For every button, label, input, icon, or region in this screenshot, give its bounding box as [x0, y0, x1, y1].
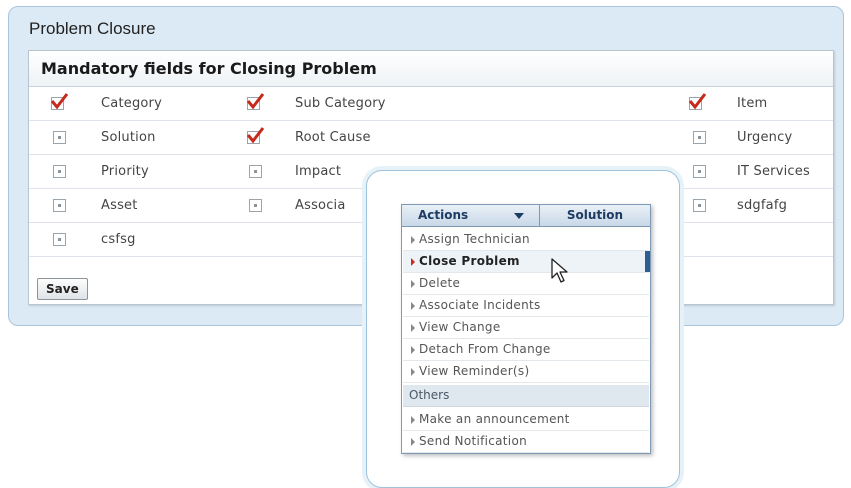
field-label: IT Services: [737, 164, 810, 179]
checkbox-checked-icon[interactable]: [50, 93, 68, 110]
field-label: Sub Category: [295, 96, 386, 111]
field-label: Asset: [101, 198, 138, 213]
field-label: Priority: [101, 164, 149, 179]
save-button[interactable]: Save: [37, 278, 88, 300]
checkbox-icon[interactable]: [693, 199, 706, 212]
menu-item-label: Make an announcement: [419, 412, 570, 426]
menu-tab-bar: Actions Solution: [402, 205, 650, 227]
field-label: Root Cause: [295, 130, 371, 145]
checkbox-icon[interactable]: [53, 131, 66, 144]
field-label: Associa: [295, 198, 346, 213]
selection-indicator: [645, 251, 650, 272]
checkbox-checked-icon[interactable]: [688, 93, 706, 110]
caret-right-icon: [411, 438, 415, 446]
caret-right-icon: [411, 258, 415, 266]
panel-title: Problem Closure: [29, 19, 156, 38]
menu-item-label: Assign Technician: [419, 232, 530, 246]
checkbox-icon[interactable]: [249, 165, 262, 178]
menu-item-send-notification[interactable]: Send Notification: [403, 431, 649, 453]
caret-right-icon: [411, 324, 415, 332]
menu-item-make-announcement[interactable]: Make an announcement: [403, 409, 649, 431]
menu-item-associate-incidents[interactable]: Associate Incidents: [403, 295, 649, 317]
menu-item-close-problem[interactable]: Close Problem: [403, 251, 650, 273]
checkbox-icon[interactable]: [249, 199, 262, 212]
menu-item-view-reminders[interactable]: View Reminder(s): [403, 361, 649, 383]
caret-right-icon: [411, 416, 415, 424]
checkbox-checked-icon[interactable]: [246, 93, 264, 110]
checkbox-icon[interactable]: [53, 199, 66, 212]
field-row: Solution Root Cause Urgency: [29, 121, 833, 155]
mandatory-fields-header: Mandatory fields for Closing Problem: [29, 51, 833, 87]
menu-item-view-change[interactable]: View Change: [403, 317, 649, 339]
menu-item-label: View Change: [419, 320, 501, 334]
menu-item-assign-technician[interactable]: Assign Technician: [403, 229, 649, 251]
actions-label: Actions: [418, 208, 469, 222]
menu-item-label: Detach From Change: [419, 342, 551, 356]
menu-item-delete[interactable]: Delete: [403, 273, 649, 295]
checkbox-icon[interactable]: [693, 131, 706, 144]
menu-item-label: Delete: [419, 276, 461, 290]
menu-item-label: Send Notification: [419, 434, 527, 448]
field-label: Item: [737, 96, 768, 111]
field-label: Urgency: [737, 130, 793, 145]
actions-menu: Actions Solution Assign Technician Close…: [401, 204, 651, 454]
field-row: Category Sub Category Item: [29, 87, 833, 121]
menu-item-label: Close Problem: [419, 254, 520, 268]
field-label: sdgfafg: [737, 198, 788, 213]
field-label: csfsg: [101, 232, 136, 247]
field-label: Impact: [295, 164, 342, 179]
mouse-pointer-icon: [551, 258, 568, 283]
caret-right-icon: [411, 346, 415, 354]
chevron-down-icon: [514, 213, 524, 219]
menu-item-detach-from-change[interactable]: Detach From Change: [403, 339, 649, 361]
caret-right-icon: [411, 368, 415, 376]
menu-item-label: Associate Incidents: [419, 298, 541, 312]
checkbox-icon[interactable]: [53, 233, 66, 246]
checkbox-icon[interactable]: [53, 165, 66, 178]
caret-right-icon: [411, 236, 415, 244]
caret-right-icon: [411, 280, 415, 288]
menu-section-others: Others: [403, 385, 649, 407]
checkbox-icon[interactable]: [693, 165, 706, 178]
checkbox-checked-icon[interactable]: [246, 127, 264, 144]
actions-dropdown[interactable]: Actions: [402, 205, 540, 226]
caret-right-icon: [411, 302, 415, 310]
field-label: Category: [101, 96, 162, 111]
menu-item-label: View Reminder(s): [419, 364, 530, 378]
solution-tab[interactable]: Solution: [540, 205, 650, 226]
field-label: Solution: [101, 130, 156, 145]
